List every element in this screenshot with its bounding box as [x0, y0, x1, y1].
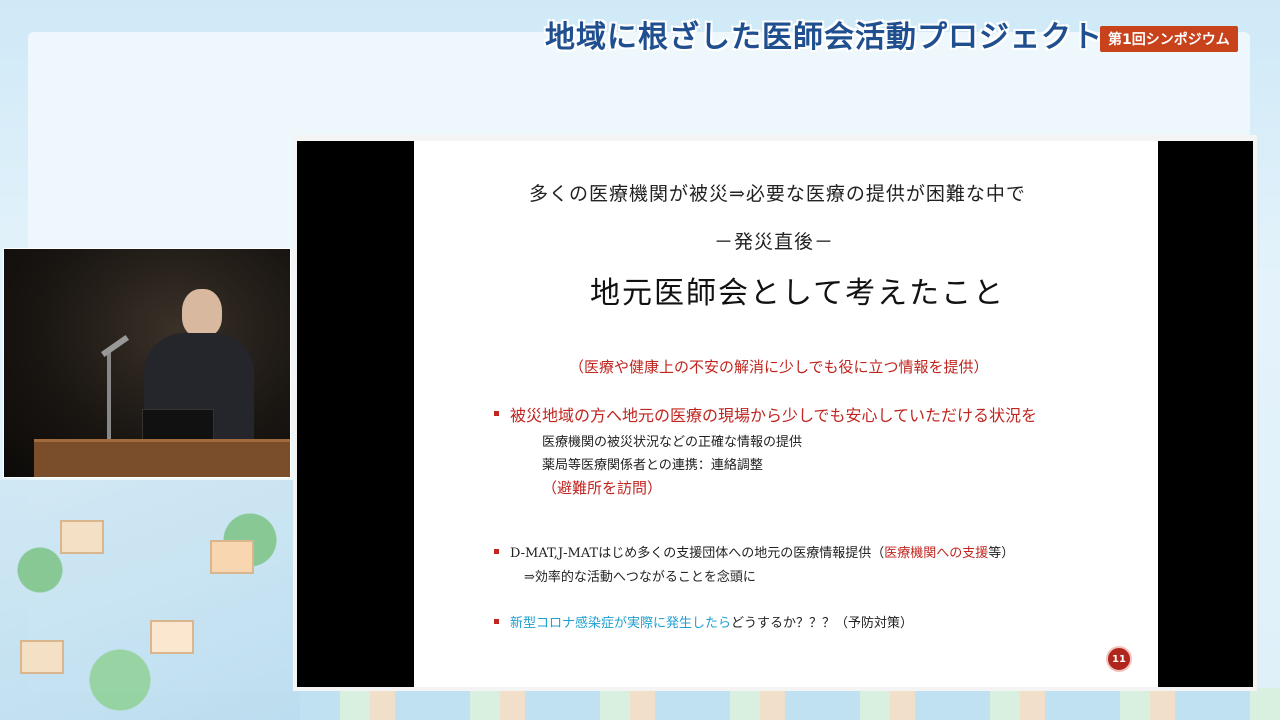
bullet-marker: [494, 549, 499, 554]
house-illustration: [210, 540, 254, 574]
bullet-marker: [494, 411, 499, 416]
slide-subheading: （医療や健康上の不安の解消に少しでも役に立つ情報を提供）: [569, 358, 989, 376]
slide-letterbox-left: [297, 141, 414, 687]
bullet-2-text: D-MAT,J-MATはじめ多くの支援団体への地元の医療情報提供（医療機関への支…: [510, 542, 1014, 561]
banner-title: 地域に根ざした医師会活動プロジェクト: [545, 20, 1103, 55]
slide-page-number: 11: [1106, 646, 1132, 672]
background-town-illustration: [0, 480, 300, 720]
slide-intro-line: 多くの医療機関が被災⇒必要な医療の提供が困難な中で: [529, 183, 1026, 205]
bullet-marker: [494, 619, 499, 624]
house-illustration: [60, 520, 104, 554]
slide-subtitle: －発災直後－: [714, 231, 835, 253]
header-banner: 地域に根ざした医師会活動プロジェクト: [545, 10, 1103, 58]
bullet-3-text-blue: 新型コロナ感染症が実際に発生したら: [510, 616, 732, 631]
house-illustration: [20, 640, 64, 674]
bullet-1-sub-2: 薬局等医療関係者との連携：連絡調整: [542, 458, 763, 473]
bullet-2-sub-1: ⇒効率的な活動へつながることを念頭に: [524, 570, 756, 585]
microphone-stand: [107, 349, 111, 439]
bullet-3-text-b: どうするか？？？（予防対策）: [731, 616, 914, 631]
bullet-1-sub-3: （避難所を訪問）: [542, 479, 663, 497]
speaker-head: [182, 289, 222, 337]
laptop: [142, 409, 214, 443]
speaker-video: [3, 248, 291, 478]
slide-heading: 地元医師会として考えたこと: [590, 276, 1006, 311]
bullet-2-text-red: 医療機関への支援: [884, 546, 989, 561]
symposium-badge: 第1回シンポジウム: [1100, 26, 1238, 52]
background-bottom-strip: [300, 688, 1280, 720]
bullet-1-sub-1: 医療機関の被災状況などの正確な情報の提供: [542, 435, 803, 450]
slide-letterbox-right: [1158, 141, 1253, 687]
house-illustration: [150, 620, 194, 654]
bullet-1-text: 被災地域の方へ地元の医療の現場から少しでも安心していただける状況を: [510, 406, 1038, 425]
podium: [34, 439, 290, 477]
bullet-2-text-a: D-MAT,J-MATはじめ多くの支援団体への地元の医療情報提供（: [510, 546, 885, 561]
bullet-2-text-b: 等）: [988, 546, 1015, 561]
presentation-slide: 多くの医療機関が被災⇒必要な医療の提供が困難な中で －発災直後－ 地元医師会とし…: [414, 141, 1158, 687]
bullet-3-text: 新型コロナ感染症が実際に発生したらどうするか？？？（予防対策）: [510, 612, 913, 631]
